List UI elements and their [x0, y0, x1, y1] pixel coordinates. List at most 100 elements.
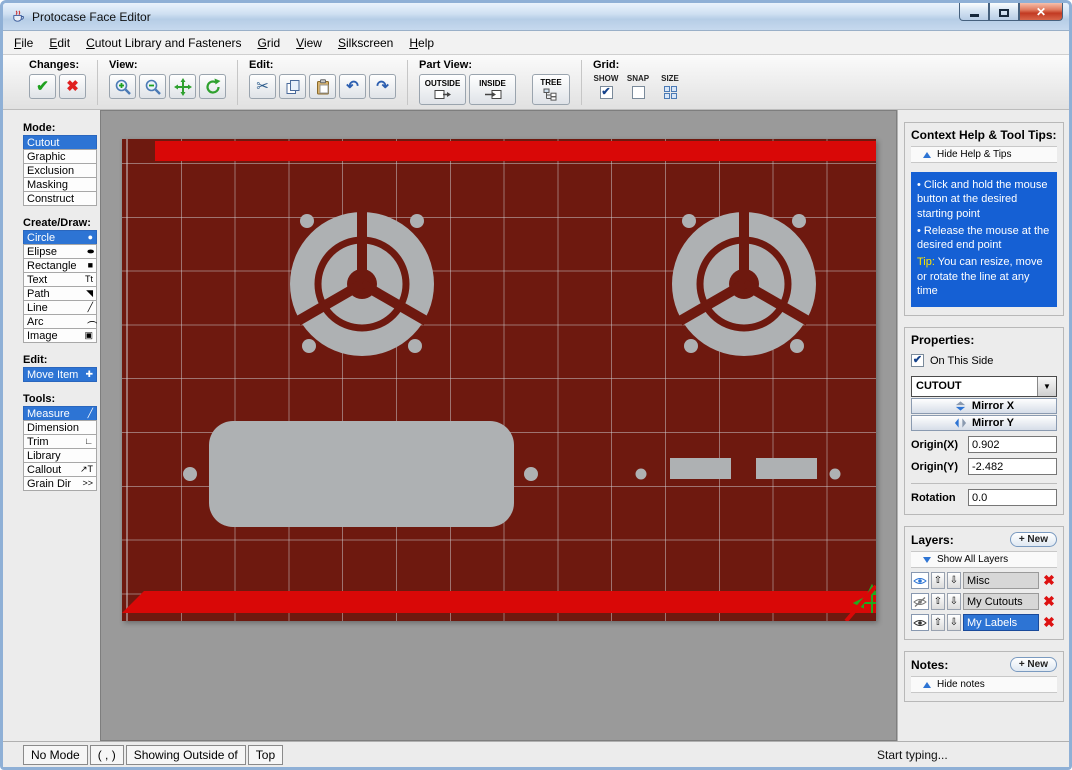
grid-snap-checkbox[interactable]	[632, 86, 645, 99]
layer-up-button[interactable]: ⇧	[931, 572, 945, 589]
menu-edit[interactable]: Edit	[42, 33, 77, 53]
delete-layer-button[interactable]: ✖	[1041, 614, 1057, 631]
tool-item-trim[interactable]: Trim∟	[23, 434, 97, 449]
refresh-button[interactable]	[199, 74, 226, 99]
exclusion-strip-top[interactable]	[155, 141, 876, 161]
tool-item-dimension[interactable]: Dimension	[23, 420, 97, 435]
new-layer-button[interactable]: + New	[1010, 532, 1057, 547]
tool-item-callout[interactable]: Callout↗T	[23, 462, 97, 477]
zoom-out-button[interactable]	[139, 74, 166, 99]
close-icon: ✕	[1036, 5, 1046, 19]
mirror-x-button[interactable]: Mirror X	[911, 398, 1057, 414]
delete-layer-button[interactable]: ✖	[1041, 593, 1057, 610]
fan-cutout-left[interactable]	[290, 210, 434, 356]
mode-item-exclusion[interactable]: Exclusion	[23, 163, 97, 178]
cut-button[interactable]: ✂	[249, 74, 276, 99]
draw-item-elipse[interactable]: Elipse●	[23, 244, 97, 259]
menu-cutout-library[interactable]: Cutout Library and Fasteners	[79, 33, 248, 53]
layer-down-button[interactable]: ⇩	[947, 593, 961, 610]
draw-item-rectangle[interactable]: Rectangle■	[23, 258, 97, 273]
copy-button[interactable]	[279, 74, 306, 99]
rotation-input[interactable]	[968, 489, 1057, 506]
draw-item-line[interactable]: Line╱	[23, 300, 97, 315]
exclusion-strip-bottom[interactable]	[122, 591, 876, 613]
layer-down-button[interactable]: ⇩	[947, 572, 961, 589]
measure-icon: ╱	[88, 409, 93, 418]
notes-hint[interactable]: Start typing...	[877, 748, 948, 762]
inside-view-button[interactable]: INSIDE	[469, 74, 516, 105]
draw-item-text[interactable]: TextTt	[23, 272, 97, 287]
draw-item-arc[interactable]: Arc(	[23, 314, 97, 329]
mirror-y-button[interactable]: Mirror Y	[911, 415, 1057, 431]
visibility-eye-icon[interactable]	[911, 572, 929, 589]
tools-section: Tools: Measure╱ Dimension Trim∟ Library …	[23, 393, 97, 491]
delete-layer-button[interactable]: ✖	[1041, 572, 1057, 589]
layer-up-button[interactable]: ⇧	[931, 593, 945, 610]
grid-show-checkbox[interactable]: ✔	[600, 86, 613, 99]
tool-item-grain-dir[interactable]: Grain Dir>>	[23, 476, 97, 491]
visibility-eye-icon[interactable]	[911, 614, 929, 631]
new-note-button[interactable]: + New	[1010, 657, 1057, 672]
on-this-side-checkbox[interactable]: ✔ On This Side	[911, 354, 1057, 367]
redo-button[interactable]: ↷	[369, 74, 396, 99]
draw-item-image[interactable]: Image▣	[23, 328, 97, 343]
layer-name[interactable]: My Cutouts	[963, 593, 1039, 610]
menu-file[interactable]: File	[7, 33, 40, 53]
mode-item-masking[interactable]: Masking	[23, 177, 97, 192]
draw-item-circle[interactable]: Circle●	[23, 230, 97, 245]
pan-button[interactable]	[169, 74, 196, 99]
mode-item-cutout[interactable]: Cutout	[23, 135, 97, 150]
layer-down-button[interactable]: ⇩	[947, 614, 961, 631]
mounting-hole[interactable]	[183, 467, 197, 481]
rect-cutout-1[interactable]	[670, 458, 731, 479]
mode-item-construct[interactable]: Construct	[23, 191, 97, 206]
close-button[interactable]: ✕	[1019, 3, 1063, 21]
tree-view-button[interactable]: TREE	[532, 74, 570, 105]
menu-silkscreen[interactable]: Silkscreen	[331, 33, 400, 53]
create-draw-section: Create/Draw: Circle● Elipse● Rectangle■ …	[23, 217, 97, 343]
line-icon: ╱	[88, 303, 93, 312]
rect-cutout-2[interactable]	[756, 458, 817, 479]
face-panel[interactable]	[122, 139, 876, 621]
visibility-eye-off-icon[interactable]	[911, 593, 929, 610]
grid-size-icon[interactable]	[664, 86, 677, 99]
item-type-dropdown[interactable]: CUTOUT ▼	[911, 376, 1057, 397]
origin-y-input[interactable]	[968, 458, 1057, 475]
apply-changes-button[interactable]: ✔	[29, 74, 56, 99]
canvas[interactable]	[100, 110, 897, 741]
copy-icon	[285, 79, 301, 95]
mounting-hole[interactable]	[636, 469, 647, 480]
zoom-in-button[interactable]	[109, 74, 136, 99]
layer-up-button[interactable]: ⇧	[931, 614, 945, 631]
mounting-hole[interactable]	[830, 469, 841, 480]
outside-view-button[interactable]: OUTSIDE	[419, 74, 466, 105]
menu-grid[interactable]: Grid	[250, 33, 287, 53]
tool-item-library[interactable]: Library	[23, 448, 97, 463]
mounting-hole[interactable]	[524, 467, 538, 481]
fan-cutout-right[interactable]	[672, 210, 816, 356]
title-bar[interactable]: Protocase Face Editor ✕	[3, 3, 1069, 31]
layer-name[interactable]: My Labels	[963, 614, 1039, 631]
menu-view[interactable]: View	[289, 33, 329, 53]
layer-row-misc: ⇧ ⇩ Misc ✖	[911, 572, 1057, 589]
paste-button[interactable]	[309, 74, 336, 99]
layers-toggle[interactable]: Show All Layers	[911, 551, 1057, 568]
changes-label: Changes:	[29, 59, 86, 71]
tool-item-measure[interactable]: Measure╱	[23, 406, 97, 421]
cancel-changes-button[interactable]: ✖	[59, 74, 86, 99]
menu-help[interactable]: Help	[402, 33, 441, 53]
dsub-cutout[interactable]	[209, 421, 514, 527]
minimize-button[interactable]	[959, 3, 989, 21]
origin-x-input[interactable]	[968, 436, 1057, 453]
mode-item-graphic[interactable]: Graphic	[23, 149, 97, 164]
edit-item-move[interactable]: Move Item✚	[23, 367, 97, 382]
help-toggle[interactable]: Hide Help & Tips	[911, 146, 1057, 163]
maximize-button[interactable]	[989, 3, 1019, 21]
draw-item-path[interactable]: Path◥	[23, 286, 97, 301]
chevron-down-icon[interactable]: ▼	[1037, 377, 1056, 396]
origin-y-label: Origin(Y)	[911, 461, 968, 473]
layer-name[interactable]: Misc	[963, 572, 1039, 589]
undo-button[interactable]: ↶	[339, 74, 366, 99]
menu-bar: File Edit Cutout Library and Fasteners G…	[3, 31, 1069, 55]
notes-toggle[interactable]: Hide notes	[911, 676, 1057, 693]
